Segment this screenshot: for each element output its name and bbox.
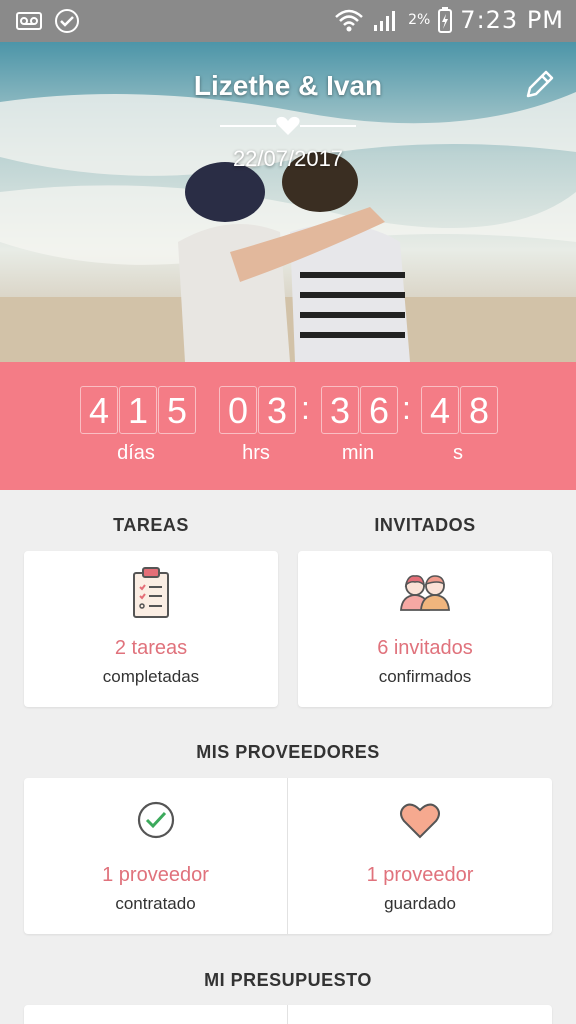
signal-icon: [374, 11, 396, 31]
guests-card[interactable]: 6 invitados confirmados: [298, 551, 552, 707]
check-circle-icon: [55, 9, 79, 33]
days-digit: 4: [80, 386, 118, 434]
clipboard-checklist-icon: [133, 567, 169, 618]
providers-heading: MIS PROVEEDORES: [196, 742, 380, 762]
hero-banner: Lizethe & Ivan 22/07/2017: [0, 42, 576, 362]
heart-divider: [220, 116, 356, 135]
minutes-label: min: [341, 442, 375, 464]
colon-separator: :: [402, 390, 411, 426]
hours-digit: 3: [258, 386, 296, 434]
minutes-digit: 6: [360, 386, 398, 434]
hired-providers[interactable]: 1 proveedor contratado: [24, 778, 287, 934]
couple-guests-icon: [400, 575, 450, 611]
status-time: 7:23 PM: [460, 6, 564, 34]
battery-percent: 2%: [408, 12, 431, 28]
tasks-count: 2 tareas: [114, 637, 188, 659]
guests-count: 6 invitados: [377, 637, 473, 659]
tasks-card[interactable]: 2 tareas completadas: [24, 551, 278, 707]
edit-pencil-icon[interactable]: [522, 68, 556, 102]
budget-heading: MI PRESUPUESTO: [204, 970, 372, 990]
tasks-heading: TAREAS: [113, 515, 189, 535]
saved-sub: guardado: [384, 894, 456, 913]
wifi-icon: [335, 9, 363, 32]
status-right: 2% 7:23 PM: [334, 6, 564, 34]
status-left: [16, 8, 80, 34]
days-digit: 1: [119, 386, 157, 434]
card-divider: [287, 1005, 288, 1024]
budget-card[interactable]: [24, 1005, 552, 1024]
guests-sub: confirmados: [378, 667, 472, 686]
hours-digit: 0: [219, 386, 257, 434]
saved-count: 1 proveedor: [366, 864, 474, 886]
minutes-digit: 3: [321, 386, 359, 434]
hired-count: 1 proveedor: [102, 864, 209, 886]
providers-card: 1 proveedor contratado 1 proveedor guard…: [24, 778, 552, 934]
days-digit: 5: [158, 386, 196, 434]
hired-sub: contratado: [115, 894, 196, 913]
seconds-label: s: [453, 442, 463, 464]
hours-label: hrs: [242, 442, 270, 464]
couple-names: Lizethe & Ivan: [193, 70, 383, 101]
countdown-digits: 4 1 5 0 3 : 3 6 : 4 8: [0, 386, 576, 436]
guests-heading: INVITADOS: [374, 515, 476, 535]
saved-providers[interactable]: 1 proveedor guardado: [288, 778, 552, 934]
countdown-panel: 4 1 5 0 3 : 3 6 : 4 8 días hrs min s: [0, 362, 576, 490]
heart-icon: [400, 803, 440, 839]
status-bar: 2% 7:23 PM: [0, 0, 576, 42]
check-circle-icon: [137, 801, 174, 839]
battery-charging-icon: [438, 7, 453, 33]
days-label: días: [117, 442, 155, 464]
seconds-digit: 4: [421, 386, 459, 434]
colon-separator: :: [301, 390, 310, 426]
wedding-date: 22/07/2017: [232, 146, 344, 171]
voicemail-icon: [16, 12, 42, 30]
seconds-digit: 8: [460, 386, 498, 434]
tasks-sub: completadas: [102, 667, 200, 686]
